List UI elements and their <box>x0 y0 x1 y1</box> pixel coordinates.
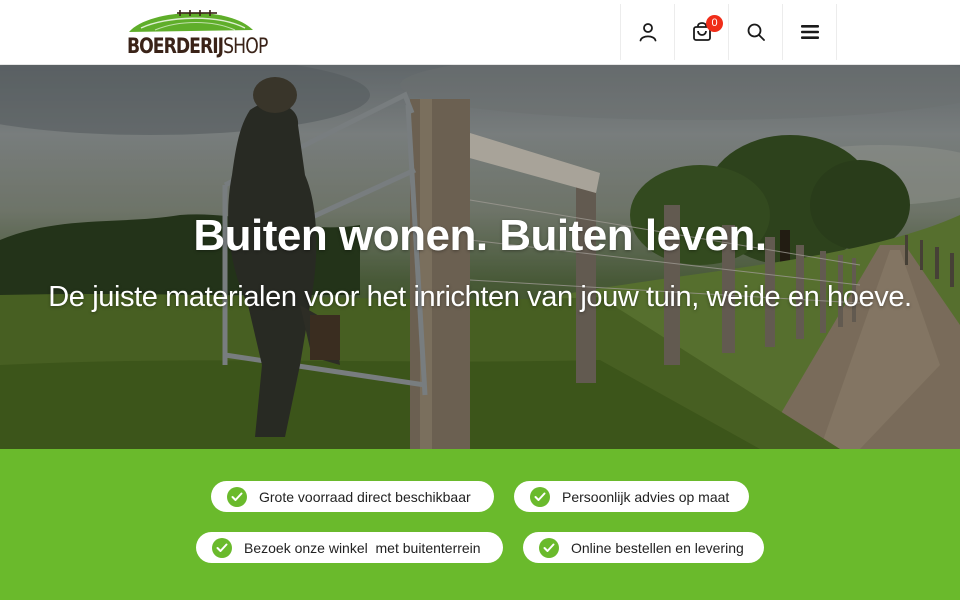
usp-text: Online bestellen en levering <box>571 539 744 556</box>
usp-band: Grote voorraad direct beschikbaar Persoo… <box>0 449 960 600</box>
logo-bold-text: BOERDERIJ <box>127 34 224 58</box>
check-icon <box>212 537 232 558</box>
cart-button[interactable]: 0 <box>674 4 728 60</box>
usp-pill-advice: Persoonlijk advies op maat <box>514 481 749 512</box>
hero-banner: Buiten wonen. Buiten leven. De juiste ma… <box>0 65 960 449</box>
check-icon <box>227 486 247 507</box>
logo-wordmark: BOERDERIJSHOP <box>127 34 268 58</box>
usp-pill-store: Bezoek onze winkel met buitenterrein <box>196 532 503 563</box>
check-icon <box>539 537 559 558</box>
search-button[interactable] <box>728 4 782 60</box>
usp-text: Grote voorraad direct beschikbaar <box>259 488 471 505</box>
boerderijshop-logo[interactable]: BOERDERIJSHOP <box>127 6 268 58</box>
hero-subtitle: De juiste materialen voor het inrichten … <box>48 281 912 313</box>
account-button[interactable] <box>620 4 674 60</box>
site-header: BOERDERIJSHOP 0 <box>0 0 960 65</box>
logo-field-icon <box>129 10 253 32</box>
menu-icon <box>800 25 819 39</box>
usp-pill-stock: Grote voorraad direct beschikbaar <box>211 481 494 512</box>
check-icon <box>530 486 550 507</box>
header-actions: 0 <box>620 4 837 60</box>
hero-title: Buiten wonen. Buiten leven. <box>193 211 767 260</box>
account-icon <box>639 23 656 42</box>
usp-text: Bezoek onze winkel met buitenterrein <box>244 539 481 556</box>
menu-button[interactable] <box>782 4 837 60</box>
cart-count-badge: 0 <box>706 15 723 32</box>
search-icon <box>747 23 765 41</box>
logo-light-text: SHOP <box>223 34 268 58</box>
usp-text: Persoonlijk advies op maat <box>562 488 730 505</box>
usp-pill-delivery: Online bestellen en levering <box>523 532 764 563</box>
